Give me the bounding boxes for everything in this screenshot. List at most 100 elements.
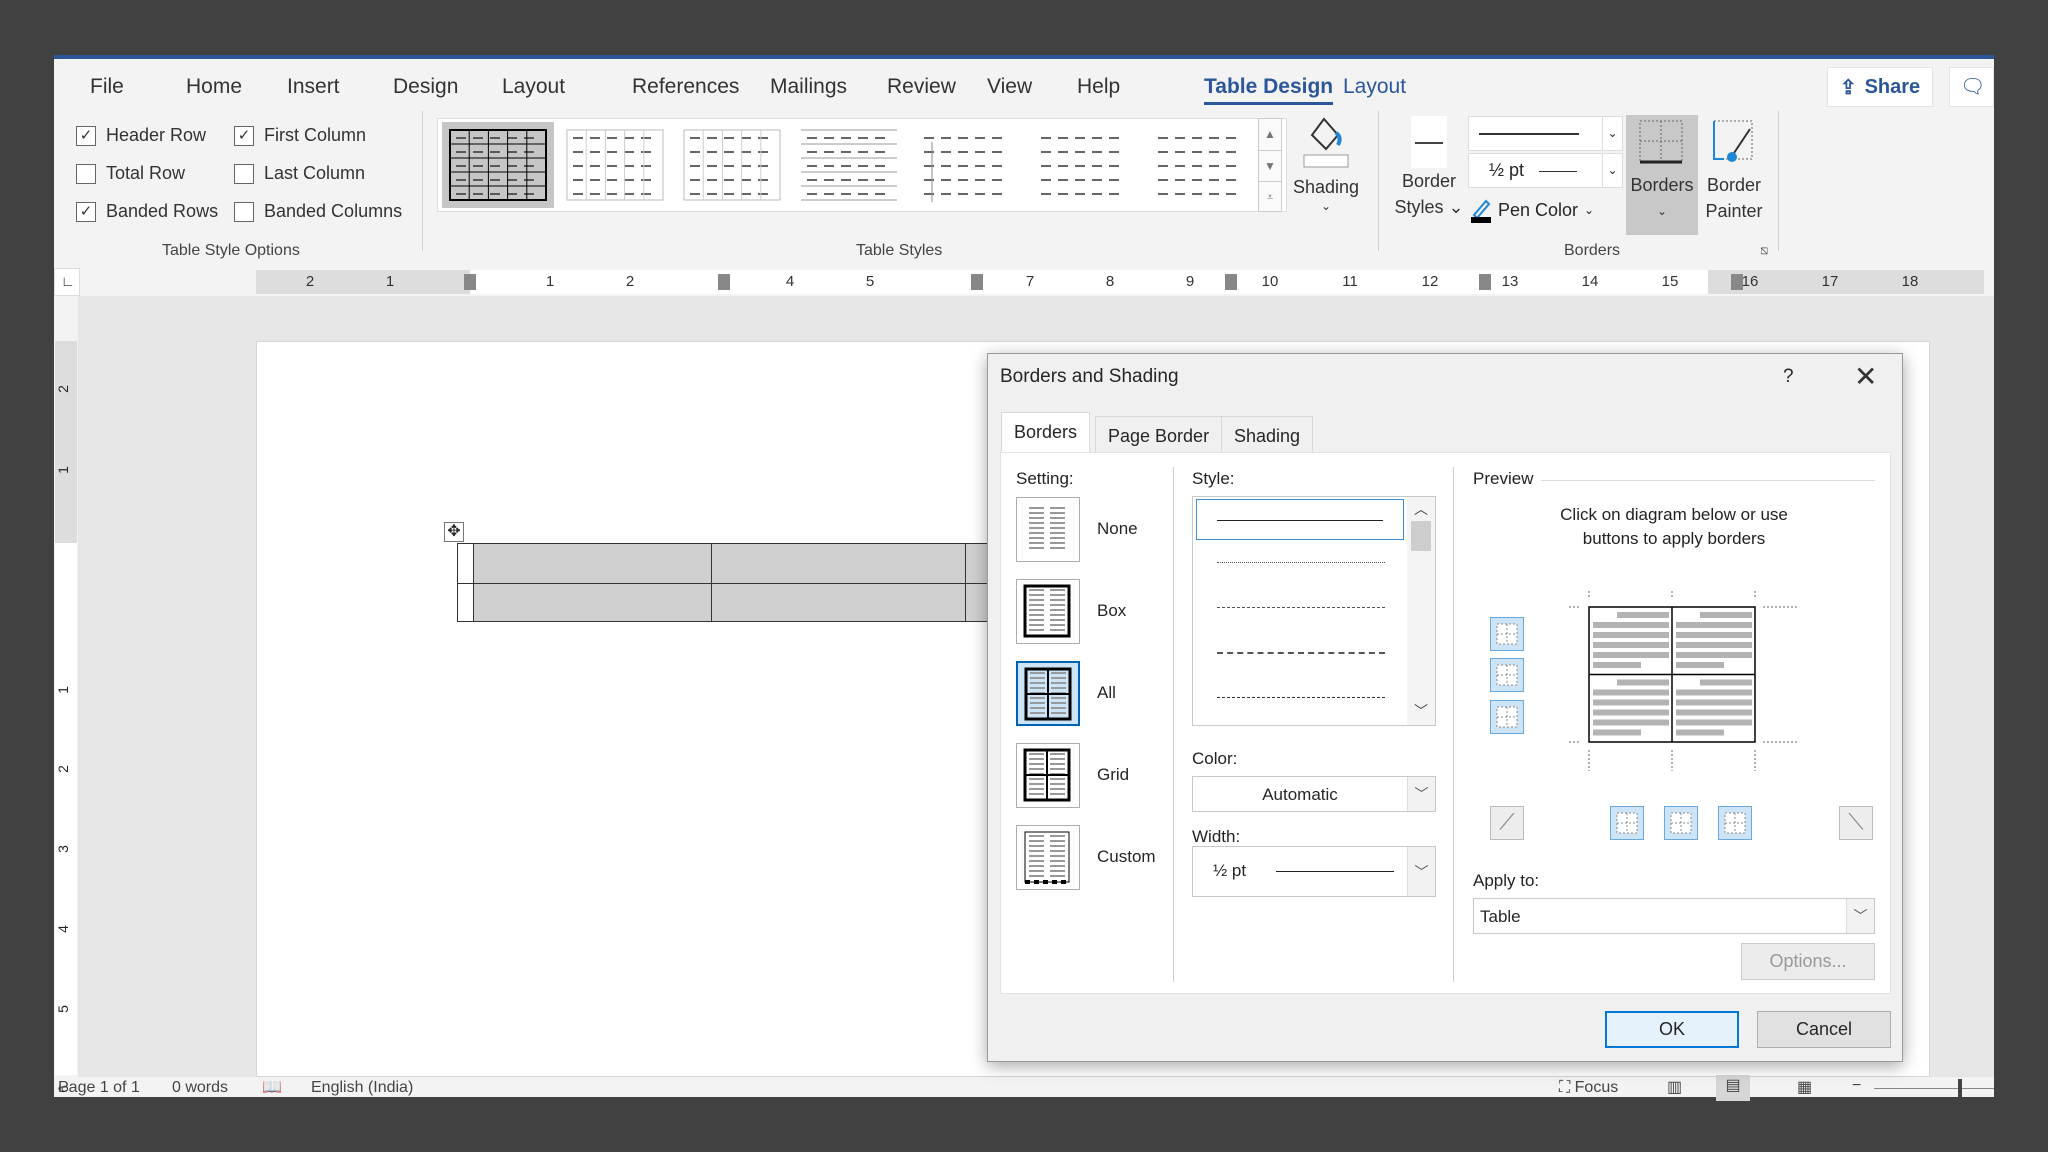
style-option-fine-dash[interactable]: [1217, 607, 1385, 608]
style-option-dash-dot[interactable]: [1217, 697, 1385, 698]
checkbox-first-column[interactable]: ✓ First Column: [234, 125, 366, 146]
inside-horizontal-border-button[interactable]: [1490, 658, 1524, 692]
web-layout-icon[interactable]: ▦: [1797, 1077, 1812, 1097]
style-option-dotted[interactable]: [1217, 562, 1385, 563]
gallery-more-button[interactable]: ⩡: [1259, 181, 1281, 211]
close-icon[interactable]: ✕: [1854, 360, 1877, 393]
checkbox-box[interactable]: [234, 163, 254, 184]
ruler-margin-marker[interactable]: [971, 274, 983, 290]
tab-table-design[interactable]: Table Design: [1204, 75, 1334, 105]
tab-selector[interactable]: ∟: [54, 268, 80, 296]
border-painter-button[interactable]: Border Painter: [1702, 115, 1766, 230]
zoom-slider[interactable]: [1874, 1079, 1994, 1097]
table-style-thumbnail[interactable]: [910, 122, 1022, 208]
tab-references[interactable]: References: [632, 75, 739, 99]
setting-custom-label[interactable]: Custom: [1097, 847, 1156, 867]
ruler-margin-marker[interactable]: [1225, 274, 1237, 290]
diagonal-up-border-button[interactable]: ⟋: [1490, 806, 1524, 840]
checkbox-total-row[interactable]: Total Row: [76, 163, 185, 184]
vertical-ruler[interactable]: 21123456: [55, 341, 77, 1093]
share-button[interactable]: ⇪ Share: [1827, 67, 1933, 107]
tab-layout[interactable]: Layout: [1343, 75, 1406, 99]
inside-vertical-border-button[interactable]: [1664, 806, 1698, 840]
ruler-margin-marker[interactable]: [1479, 274, 1491, 290]
checkbox-box[interactable]: ✓: [76, 125, 96, 146]
setting-all-button[interactable]: [1016, 661, 1080, 726]
style-option-solid[interactable]: [1196, 499, 1404, 540]
tab-borders[interactable]: Borders: [1001, 412, 1091, 453]
focus-button[interactable]: ⛶ Focus: [1559, 1079, 1618, 1097]
top-border-button[interactable]: [1490, 617, 1524, 651]
tab-help[interactable]: Help: [1077, 75, 1120, 99]
horizontal-ruler[interactable]: ∟ 2 1 1 2 4 5 7 8 9 10 11 12 13 14 15 16 17 18: [54, 268, 1994, 296]
language[interactable]: English (India): [311, 1079, 413, 1097]
style-option-dash[interactable]: [1217, 652, 1385, 654]
setting-grid-button[interactable]: [1016, 743, 1080, 808]
cancel-button[interactable]: Cancel: [1757, 1011, 1891, 1048]
line-style-dropdown[interactable]: ⌄: [1468, 116, 1623, 151]
print-layout-icon[interactable]: ▤: [1716, 1075, 1750, 1101]
table-style-thumbnail[interactable]: [676, 122, 788, 208]
setting-grid-label[interactable]: Grid: [1097, 765, 1129, 785]
setting-none-button[interactable]: [1016, 497, 1080, 562]
setting-none-label[interactable]: None: [1097, 519, 1138, 539]
word-count[interactable]: 0 words: [172, 1079, 228, 1097]
setting-box-label[interactable]: Box: [1097, 601, 1126, 621]
gallery-up-button[interactable]: ▲: [1259, 119, 1281, 150]
tab-review[interactable]: Review: [887, 75, 956, 99]
zoom-out-button[interactable]: −: [1852, 1077, 1861, 1095]
tab-mailings[interactable]: Mailings: [770, 75, 847, 99]
setting-box-button[interactable]: [1016, 579, 1080, 644]
tab-file[interactable]: File: [90, 75, 124, 99]
tab-shading[interactable]: Shading: [1221, 416, 1314, 453]
diagonal-down-border-button[interactable]: ⟍: [1839, 806, 1873, 840]
document-table[interactable]: [457, 543, 1017, 622]
table-style-thumbnail[interactable]: [442, 122, 554, 208]
help-button[interactable]: ?: [1783, 366, 1794, 388]
ruler-margin-marker[interactable]: [1731, 274, 1743, 290]
table-move-handle[interactable]: ✥: [444, 522, 464, 542]
apply-to-dropdown[interactable]: Table ﹀: [1473, 898, 1875, 934]
tab-design[interactable]: Design: [393, 75, 458, 99]
read-mode-icon[interactable]: ▥: [1667, 1077, 1682, 1097]
tab-view[interactable]: View: [987, 75, 1032, 99]
checkbox-header-row[interactable]: ✓ Header Row: [76, 125, 206, 146]
scroll-thumb[interactable]: [1411, 521, 1431, 551]
table-style-thumbnail[interactable]: [1027, 122, 1139, 208]
checkbox-box[interactable]: [234, 201, 254, 222]
ruler-margin-marker[interactable]: [464, 274, 476, 290]
tab-insert[interactable]: Insert: [287, 75, 340, 99]
bottom-border-button[interactable]: [1490, 700, 1524, 734]
options-button[interactable]: Options...: [1741, 943, 1875, 980]
tab-layout[interactable]: Layout: [502, 75, 565, 99]
color-dropdown[interactable]: Automatic ﹀: [1192, 776, 1436, 812]
ruler-margin-marker[interactable]: [718, 274, 730, 290]
pen-color-button[interactable]: Pen Color ⌄: [1470, 197, 1594, 223]
setting-all-label[interactable]: All: [1097, 683, 1116, 703]
shading-button[interactable]: Shading ⌄: [1290, 113, 1362, 223]
borders-dialog-launcher[interactable]: ⧅: [1760, 242, 1768, 258]
gallery-down-button[interactable]: ▼: [1259, 150, 1281, 181]
page-count[interactable]: Page 1 of 1: [58, 1079, 140, 1097]
style-scrollbar[interactable]: ︿ ﹀: [1407, 497, 1435, 725]
checkbox-banded-rows[interactable]: ✓ Banded Rows: [76, 201, 218, 222]
proofing-icon[interactable]: 📖: [262, 1077, 282, 1097]
tab-home[interactable]: Home: [186, 75, 242, 99]
right-border-button[interactable]: [1718, 806, 1752, 840]
left-border-button[interactable]: [1610, 806, 1644, 840]
setting-custom-button[interactable]: [1016, 825, 1080, 890]
zoom-slider-thumb[interactable]: [1958, 1079, 1962, 1097]
table-style-thumbnail[interactable]: [559, 122, 671, 208]
scroll-down-icon[interactable]: ﹀: [1407, 701, 1435, 721]
ok-button[interactable]: OK: [1605, 1011, 1739, 1048]
preview-diagram[interactable]: [1569, 591, 1799, 771]
checkbox-banded-columns[interactable]: Banded Columns: [234, 201, 402, 222]
style-list[interactable]: ︿ ﹀: [1192, 496, 1436, 726]
checkbox-box[interactable]: ✓: [234, 125, 254, 146]
tab-page-border[interactable]: Page Border: [1095, 416, 1223, 453]
checkbox-last-column[interactable]: Last Column: [234, 163, 365, 184]
border-styles-button[interactable]: Border Styles ⌄: [1394, 116, 1464, 231]
borders-button[interactable]: Borders ⌄: [1626, 115, 1698, 235]
comments-button[interactable]: 🗨: [1949, 67, 1994, 107]
checkbox-box[interactable]: [76, 163, 96, 184]
